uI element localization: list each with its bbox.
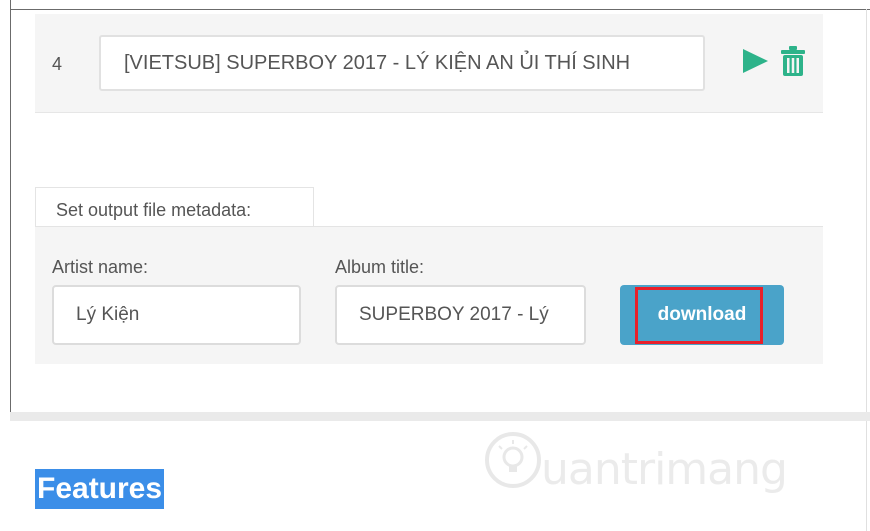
features-heading: Features (35, 469, 165, 509)
watermark-logo: uantrimang (483, 428, 788, 498)
metadata-panel: Artist name: Album title: Lý Kiện SUPERB… (35, 226, 823, 364)
window-border-left (10, 0, 11, 412)
trash-icon[interactable] (781, 46, 805, 76)
lightbulb-icon (485, 432, 541, 488)
section-divider (10, 412, 870, 421)
track-number: 4 (52, 54, 63, 74)
window-border-top (10, 9, 870, 10)
album-title-input[interactable]: SUPERBOY 2017 - Lý (335, 285, 586, 345)
tab-output-metadata[interactable]: Set output file metadata: (35, 187, 314, 227)
play-icon[interactable] (741, 48, 769, 74)
album-title-label: Album title: (335, 257, 425, 277)
window-border-right (866, 9, 867, 531)
artist-name-label: Artist name: (52, 257, 149, 277)
track-row: 4 [VIETSUB] SUPERBOY 2017 - LÝ KIỆN AN Ủ… (35, 14, 823, 113)
artist-name-input[interactable]: Lý Kiện (52, 285, 301, 345)
watermark-text: uantrimang (541, 444, 788, 495)
download-button[interactable]: download (620, 285, 784, 345)
track-title-field[interactable]: [VIETSUB] SUPERBOY 2017 - LÝ KIỆN AN ỦI … (99, 35, 705, 91)
